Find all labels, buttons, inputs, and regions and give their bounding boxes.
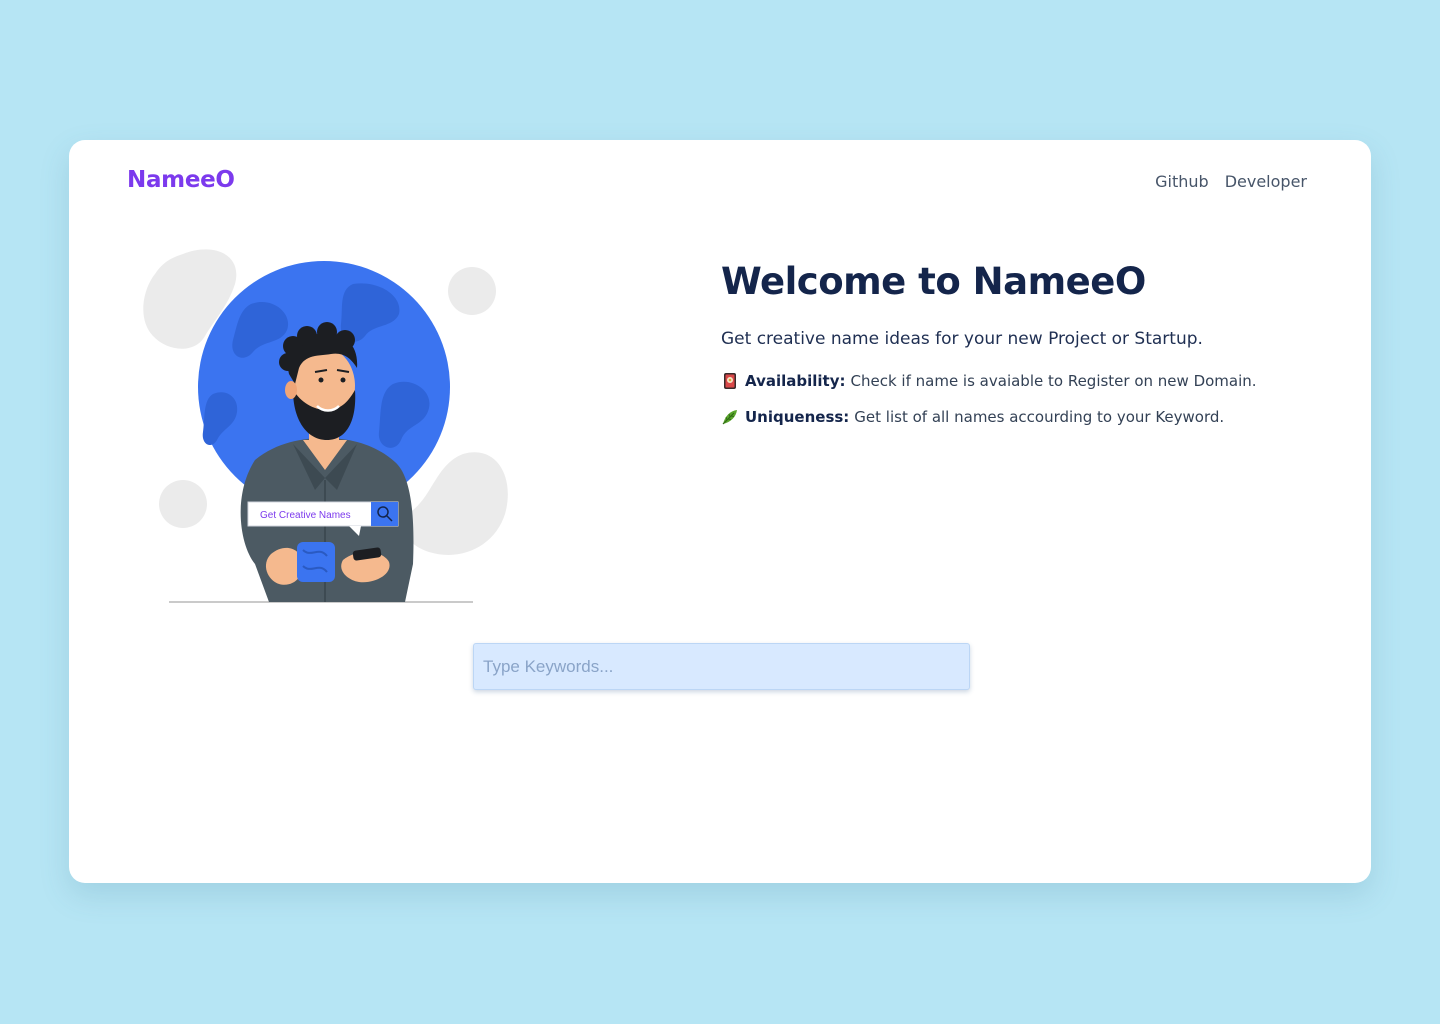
nav-link-github[interactable]: Github: [1155, 172, 1209, 191]
feature-label: Availability:: [745, 372, 846, 390]
feature-availability: Availability: Check if name is avaiable …: [721, 372, 1321, 390]
blob-circle: [448, 267, 496, 315]
hero-section: Welcome to NameeO Get creative name idea…: [721, 260, 1321, 426]
brand-logo[interactable]: NameeO: [127, 167, 235, 193]
keyword-search: [473, 643, 970, 690]
hero-illustration: Get Creative Names: [143, 249, 508, 603]
keyword-search-input[interactable]: [473, 643, 970, 690]
top-nav: Github Developer: [1155, 172, 1307, 191]
nav-link-developer[interactable]: Developer: [1225, 172, 1307, 191]
blob-circle: [159, 480, 207, 528]
main-card: NameeO Github Developer Get Creative Nam…: [69, 140, 1371, 883]
leaf-emoji-icon: [721, 408, 739, 426]
illustration-search-text: Get Creative Names: [260, 510, 351, 521]
feature-uniqueness: Uniqueness: Get list of all names accour…: [721, 408, 1321, 426]
page-title: Welcome to NameeO: [721, 260, 1146, 303]
page-subtitle: Get creative name ideas for your new Pro…: [721, 329, 1203, 349]
mug-shape: [297, 542, 335, 582]
feature-text: Check if name is avaiable to Register on…: [850, 372, 1257, 390]
feature-text: Get list of all names accourding to your…: [854, 408, 1225, 426]
flower-card-emoji-icon: [721, 372, 739, 390]
feature-label: Uniqueness:: [745, 408, 850, 426]
